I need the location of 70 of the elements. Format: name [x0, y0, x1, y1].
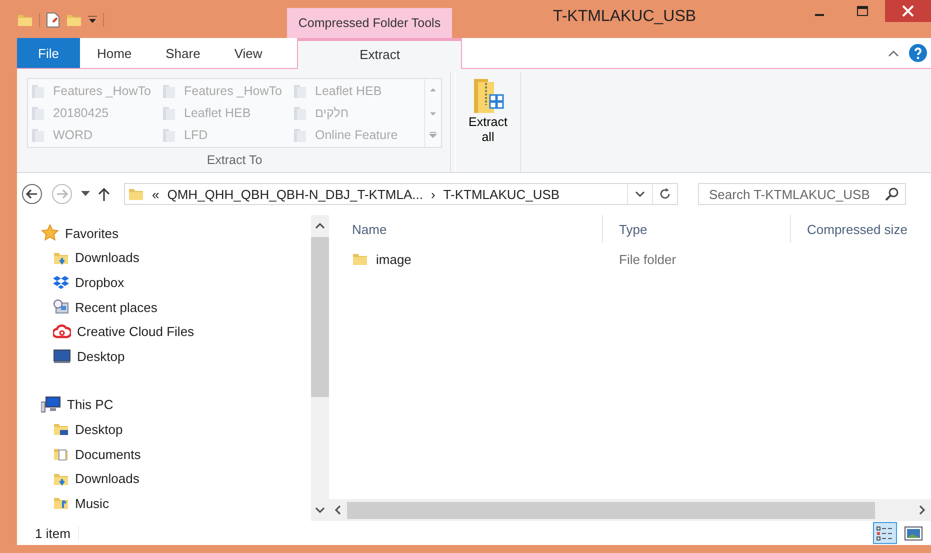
nav-item[interactable]: Favorites [41, 221, 311, 246]
nav-label: Favorites [65, 226, 118, 241]
nav-item[interactable]: Desktop [77, 348, 125, 364]
music-folder-icon [53, 495, 69, 512]
nav-item[interactable]: Downloads [75, 471, 140, 486]
folder-icon [352, 251, 368, 267]
details-view-icon [876, 524, 894, 542]
star-icon [41, 224, 59, 242]
nav-item[interactable]: Downloads [75, 250, 140, 266]
vertical-scrollbar[interactable] [311, 215, 329, 521]
ribbon-tab[interactable]: Extract [297, 38, 462, 69]
nav-item[interactable]: Recent places [75, 300, 158, 315]
folder-icon [293, 127, 309, 143]
nav-item[interactable]: This PC [41, 392, 311, 418]
file-type: File folder [618, 252, 678, 266]
folder-icon [162, 83, 178, 99]
nav-item[interactable]: Music [75, 496, 109, 511]
details-view-button[interactable] [873, 522, 897, 544]
file-menu-tab[interactable]: File [17, 38, 80, 68]
folder-icon [128, 186, 144, 202]
help-icon[interactable] [909, 44, 927, 62]
column-header[interactable]: Name [336, 215, 603, 243]
dropbox-icon [53, 274, 69, 290]
nav-item[interactable]: Desktop [75, 422, 123, 437]
computer-icon [41, 396, 61, 414]
collapse-ribbon-icon[interactable] [888, 50, 899, 56]
column-header[interactable]: Type [603, 215, 791, 243]
item-count: 1 item [35, 526, 80, 540]
folder-icon [31, 83, 47, 99]
close-button[interactable] [885, 0, 931, 22]
folder-icon [31, 105, 47, 121]
properties-icon[interactable] [46, 12, 60, 28]
folder-icon [293, 83, 309, 99]
maximize-icon [857, 6, 869, 16]
nav-item[interactable]: Documents [75, 446, 141, 462]
folder-icon [162, 127, 178, 143]
nav-item[interactable]: Dropbox [75, 274, 124, 290]
nav-item[interactable]: Creative Cloud Files [77, 324, 194, 340]
folder-icon [31, 127, 47, 143]
minimize-icon [814, 14, 824, 16]
folder-icon [162, 105, 178, 121]
desktop-folder-icon [53, 421, 69, 438]
up-arrow-icon[interactable] [98, 187, 110, 201]
group-label: Extract To [206, 153, 262, 167]
context-tab-group-label: Compressed Folder Tools [287, 8, 452, 38]
file-name[interactable]: image [376, 252, 412, 266]
desktop-icon [53, 348, 71, 364]
overflow-chevron[interactable]: « [152, 186, 160, 202]
documents-folder-icon [53, 446, 69, 462]
recent-places-icon [53, 299, 69, 316]
search-icon [885, 187, 899, 201]
horizontal-scrollbar-thumb[interactable] [347, 502, 875, 518]
new-folder-icon [66, 12, 82, 28]
extract-all-button[interactable]: Extract all [455, 72, 521, 172]
back-icon[interactable] [21, 183, 43, 205]
creative-cloud-icon [53, 324, 71, 340]
window-title: T-KTMLAKUC_USB [552, 7, 698, 27]
folder-icon [17, 12, 33, 28]
nav-label: This PC [67, 397, 114, 412]
search-field[interactable]: Search T-KTMLAKUC_USB [698, 183, 906, 205]
close-icon [902, 5, 914, 17]
caret-icon[interactable] [81, 191, 90, 197]
breadcrumb-item[interactable]: QMH_QHH_QBH_QBH-N_DBJ_T-KTMLA... [167, 186, 423, 202]
picture-view-icon [904, 524, 922, 542]
caret-icon[interactable] [88, 16, 97, 24]
folder-icon [293, 105, 309, 121]
column-header[interactable]: Compressed size [791, 215, 931, 243]
breadcrumb-separator[interactable]: › [430, 186, 436, 202]
breadcrumb-item[interactable]: T-KTMLAKUC_USB [443, 186, 560, 202]
zipped-folder-icon [472, 77, 504, 115]
